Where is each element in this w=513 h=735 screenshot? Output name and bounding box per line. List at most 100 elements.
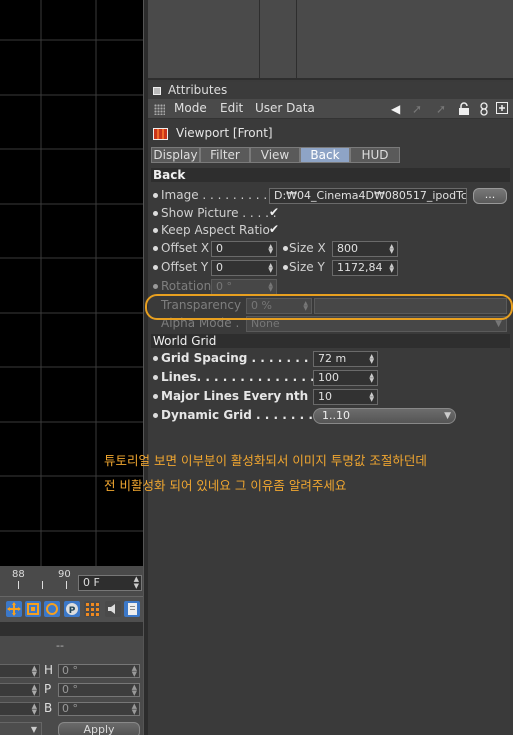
rotate-icon[interactable] <box>44 601 60 617</box>
object-name: Viewport [Front] <box>176 126 273 140</box>
chevron-down-icon: ▼ <box>444 411 451 421</box>
coord-left-field[interactable]: ▲ ▼ <box>0 664 40 678</box>
lines-field[interactable]: 100 ▲ ▼ <box>313 370 378 386</box>
scale-icon[interactable] <box>25 601 41 617</box>
grid-spacing-label: Grid Spacing . . . . . . . . . <box>161 351 326 365</box>
animate-dot-icon[interactable] <box>283 246 288 251</box>
transport-toolbar: P <box>0 596 143 622</box>
size-x-field[interactable]: 800 ▲ ▼ <box>332 241 398 257</box>
offset-x-value: 0 <box>216 242 223 255</box>
coord-b-field[interactable]: 0 ° ▲ ▼ <box>58 702 140 716</box>
major-lines-field[interactable]: 10 ▲ ▼ <box>313 389 378 405</box>
figure8-icon[interactable] <box>479 102 489 119</box>
panel-menu-icon[interactable] <box>153 87 161 95</box>
attributes-menubar: Mode Edit User Data ◀ ➚ ➚ <box>148 99 513 119</box>
coord-label: H <box>44 663 54 677</box>
animate-dot-icon[interactable] <box>153 265 158 270</box>
grid-spacing-row: Grid Spacing . . . . . . . . . 72 m ▲ ▼ <box>148 350 513 368</box>
image-label: Image . . . . . . . . . . . <box>161 188 283 202</box>
new-panel-icon[interactable] <box>496 102 508 117</box>
coord-value: 0 ° <box>62 683 78 696</box>
size-y-field[interactable]: 1172,84 ▲ ▼ <box>332 260 398 276</box>
offset-x-label: Offset X <box>161 241 210 255</box>
coordinates-header <box>0 622 143 636</box>
animate-dot-icon[interactable] <box>153 193 158 198</box>
image-path-field[interactable]: D:₩04_Cinema4D₩080517_ipodTc <box>269 188 467 204</box>
show-picture-label: Show Picture . . . . . <box>161 206 277 220</box>
keep-aspect-checkbox[interactable]: ✔ <box>269 222 279 236</box>
coord-p-field[interactable]: 0 ° ▲ ▼ <box>58 683 140 697</box>
keep-aspect-label: Keep Aspect Ratio <box>161 223 270 237</box>
spinner-arrows-icon[interactable]: ▲ ▼ <box>389 263 394 274</box>
object-manager-area[interactable] <box>148 0 513 80</box>
spinner-arrows-icon[interactable]: ▲ ▼ <box>268 244 273 255</box>
apply-button[interactable]: Apply <box>58 722 140 735</box>
coord-h-field[interactable]: 0 ° ▲ ▼ <box>58 664 140 678</box>
offset-x-row: Offset X 0 ▲ ▼ Size X 800 ▲ ▼ <box>148 240 513 258</box>
animate-dot-icon[interactable] <box>153 413 158 418</box>
timeline-mark: 90 <box>58 569 71 580</box>
coord-left-field[interactable]: ▲ ▼ <box>0 683 40 697</box>
cursor-icon[interactable]: ➚ <box>412 102 422 116</box>
dynamic-grid-row: Dynamic Grid . . . . . . . . . 1..10 ▼ <box>148 407 513 425</box>
animate-dot-icon[interactable] <box>153 394 158 399</box>
animate-dot-icon[interactable] <box>153 375 158 380</box>
tab-display[interactable]: Display <box>151 147 200 163</box>
show-picture-checkbox[interactable]: ✔ <box>269 205 279 219</box>
major-lines-label: Major Lines Every nth <box>161 389 309 403</box>
cursor-icon[interactable]: ➚ <box>436 102 446 116</box>
offset-y-label: Offset Y <box>161 260 209 274</box>
spinner-arrows-icon[interactable]: ▲ ▼ <box>389 244 394 255</box>
spinner-arrows-icon[interactable]: ▲ ▼ <box>369 392 374 403</box>
lines-value: 100 <box>318 371 339 384</box>
menu-edit[interactable]: Edit <box>220 101 243 115</box>
arrow-left-icon[interactable]: ◀ <box>391 102 400 116</box>
grid-spacing-field[interactable]: 72 m ▲ ▼ <box>313 351 378 367</box>
animate-dot-icon[interactable] <box>283 265 288 270</box>
spinner-arrows-icon[interactable]: ▲ ▼ <box>369 373 374 384</box>
grid-icon[interactable] <box>84 601 100 617</box>
move-icon[interactable] <box>6 601 22 617</box>
spinner-arrows-icon[interactable]: ▲ ▼ <box>268 263 273 274</box>
menu-mode[interactable]: Mode <box>174 101 207 115</box>
offset-x-field[interactable]: 0 ▲ ▼ <box>211 241 277 257</box>
panel-divider <box>148 78 513 80</box>
menu-user-data[interactable]: User Data <box>255 101 315 115</box>
spinner-arrows-icon: ▲ ▼ <box>268 281 273 293</box>
timeline-mark: 88 <box>12 569 25 580</box>
timeline-bar[interactable]: 88 90 0 F ▲ ▼ <box>0 566 143 596</box>
coord-value: 0 ° <box>62 664 78 677</box>
sound-icon[interactable] <box>105 601 121 617</box>
coord-label: P <box>44 682 52 696</box>
grip-icon[interactable] <box>154 104 165 115</box>
current-frame-field[interactable]: 0 F ▲ ▼ <box>78 575 142 591</box>
dynamic-grid-dropdown[interactable]: 1..10 ▼ <box>313 408 456 424</box>
lock-icon[interactable] <box>458 102 470 119</box>
size-x-label: Size X <box>289 241 326 255</box>
size-y-value: 1172,84 <box>337 261 383 274</box>
coord-left-field[interactable]: ▲ ▼ <box>0 702 40 716</box>
tab-hud[interactable]: HUD <box>350 147 400 163</box>
animate-dot-icon[interactable] <box>153 246 158 251</box>
offset-y-field[interactable]: 0 ▲ ▼ <box>211 260 277 276</box>
tab-back[interactable]: Back <box>300 147 350 163</box>
p-icon[interactable]: P <box>64 601 80 617</box>
offset-y-row: Offset Y 0 ▲ ▼ Size Y 1172,84 ▲ ▼ <box>148 259 513 277</box>
animate-dot-icon[interactable] <box>153 211 158 216</box>
spinner-arrows-icon[interactable]: ▲ ▼ <box>134 576 139 590</box>
tab-filter[interactable]: Filter <box>200 147 250 163</box>
doc-icon[interactable] <box>124 601 140 617</box>
timeline-tick <box>18 581 19 589</box>
tab-view[interactable]: View <box>250 147 300 163</box>
animate-dot-icon[interactable] <box>153 228 158 233</box>
browse-button[interactable]: ... <box>473 188 507 204</box>
annotation-line: 튜토리얼 보면 이부분이 활성화되서 이미지 투명값 조절하던데 <box>104 453 427 468</box>
coord-mode-dropdown[interactable]: ▼ <box>0 722 42 735</box>
coordinates-panel: -- ▲ ▼ H 0 ° ▲ ▼ ▲ ▼ P 0 ° ▲ ▼ ▲ ▼ B 0 ° ▲ ▼ ▼ Ap… <box>0 636 143 735</box>
offset-y-value: 0 <box>216 261 223 274</box>
spinner-arrows-icon[interactable]: ▲ ▼ <box>369 354 374 365</box>
animate-dot-icon[interactable] <box>153 356 158 361</box>
annotation-highlight-ring <box>145 294 513 320</box>
rotation-field: 0 ° ▲ ▼ <box>211 279 277 295</box>
object-header: Viewport [Front] <box>148 124 513 144</box>
